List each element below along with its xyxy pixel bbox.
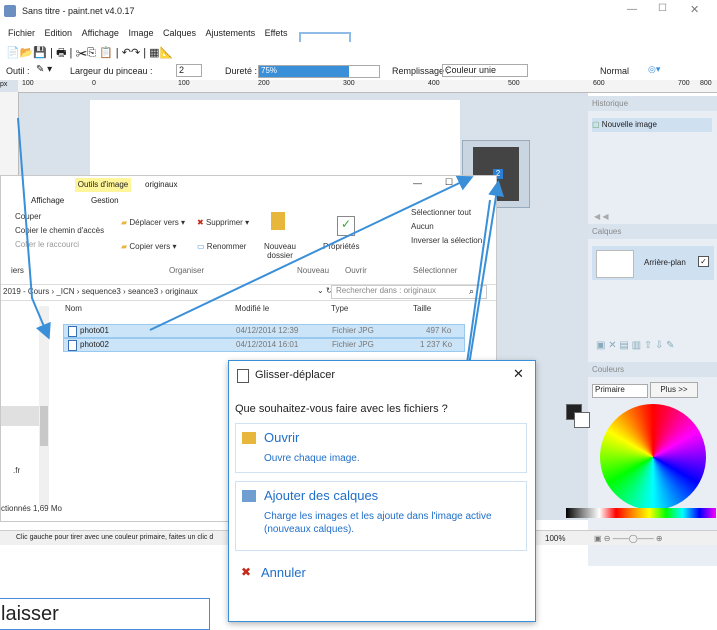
arrow-canvas-to-file	[17, 117, 51, 340]
dialog-question: Que souhaitez-vous faire avec les fichie…	[235, 403, 448, 415]
add-layer-icon	[242, 490, 256, 502]
dialog-title: Glisser-déplacer	[255, 369, 336, 381]
open-icon	[242, 432, 256, 444]
drag-drop-dialog: Glisser-déplacer ✕ Que souhaitez-vous fa…	[228, 360, 536, 622]
dialog-app-icon	[237, 369, 249, 383]
cancel-label: Annuler	[261, 565, 306, 580]
add-layers-desc: Charge les images et les ajoute dans l'i…	[264, 511, 492, 535]
arrow-file-to-thumbnail	[149, 175, 474, 331]
cancel-icon: ✖	[241, 565, 252, 579]
open-option-desc: Ouvre chaque image.	[264, 453, 360, 464]
open-option[interactable]: Ouvrir Ouvre chaque image.	[235, 423, 527, 473]
dialog-close-icon[interactable]: ✕	[513, 366, 524, 382]
cancel-option[interactable]: ✖ Annuler	[235, 561, 525, 587]
add-layers-option[interactable]: Ajouter des calques Charge les images et…	[235, 481, 527, 551]
annotation-text: laisser	[1, 603, 59, 625]
open-option-title: Ouvrir	[264, 430, 300, 445]
annotation-box: laisser	[0, 598, 210, 630]
add-layers-title: Ajouter des calques	[264, 488, 379, 503]
